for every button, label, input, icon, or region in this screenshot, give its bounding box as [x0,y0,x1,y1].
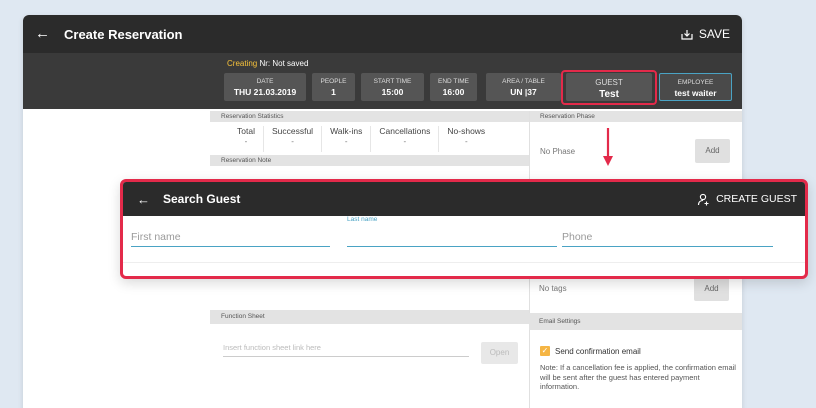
statistics-title: Reservation Statistics [210,111,529,122]
last-name-label: Last name [347,216,378,223]
arrow-down-icon [603,128,613,166]
add-tag-button[interactable]: Add [694,277,729,301]
stat-successful: Successful - [264,126,323,152]
checkbox-checked-icon[interactable]: ✓ [540,346,550,356]
stat-label: Cancellations [379,126,431,136]
open-function-sheet-button[interactable]: Open [481,342,518,364]
phone-placeholder: Phone [562,231,593,243]
search-guest-bar: ← Search Guest CREATE GUEST [123,182,805,216]
date-chip-label: DATE [256,78,274,85]
employee-chip-label: EMPLOYEE [677,79,714,86]
creating-status: Creating Nr: Not saved [227,59,308,68]
dialog-divider [123,262,805,263]
reservation-number: Nr: Not saved [259,59,309,68]
people-chip[interactable]: PEOPLE 1 [312,73,355,101]
phone-field[interactable]: Phone [562,227,773,247]
stat-no-shows: No-shows - [439,126,493,152]
reservation-note-title: Reservation Note [210,155,529,166]
stat-walk-ins: Walk-ins - [322,126,372,152]
stat-label: No-shows [447,126,486,136]
end-time-chip-label: END TIME [438,78,469,85]
stat-value: - [291,137,294,146]
stat-label: Total [237,126,255,136]
end-time-chip-value: 16:00 [442,87,465,97]
search-guest-dialog: ← Search Guest CREATE GUEST First name L… [120,179,808,279]
guest-highlight [561,70,657,105]
add-person-icon [698,193,709,205]
start-time-chip[interactable]: START TIME 15:00 [361,73,424,101]
stat-value: - [344,137,348,146]
statistics-section: Reservation Statistics Total - Successfu… [210,111,529,166]
create-guest-button[interactable]: CREATE GUEST [697,193,797,206]
top-bar: ← Create Reservation SAVE [23,15,742,53]
people-chip-value: 1 [331,87,336,97]
area-table-chip[interactable]: AREA / TABLE UN |37 [486,73,561,101]
stat-value: - [464,137,468,146]
phase-value: No Phase [540,147,576,156]
creating-label: Creating [227,59,258,68]
start-time-chip-value: 15:00 [381,87,404,97]
first-name-placeholder: First name [131,231,181,243]
area-table-chip-value: UN |37 [510,87,537,97]
people-chip-label: PEOPLE [320,78,347,85]
send-confirmation-label: Send confirmation email [555,346,641,356]
stat-label: Successful [271,126,314,136]
add-phase-button[interactable]: Add [695,139,730,163]
employee-chip[interactable]: EMPLOYEE test waiter [659,73,732,101]
email-settings-title: Email Settings [529,313,742,330]
stat-total: Total - [229,126,264,152]
stat-value: - [244,137,248,146]
first-name-field[interactable]: First name [131,227,330,247]
last-name-field[interactable]: Last name [347,216,557,247]
start-time-chip-label: START TIME [373,78,412,85]
arrow-left-icon[interactable]: ← [35,26,51,42]
arrow-left-icon[interactable]: ← [137,192,153,207]
date-chip[interactable]: DATE THU 21.03.2019 [224,73,306,101]
send-confirmation-email-checkbox[interactable]: ✓ Send confirmation email [540,346,641,356]
employee-chip-value: test waiter [674,88,717,98]
create-guest-label: CREATE GUEST [716,193,797,205]
date-chip-value: THU 21.03.2019 [233,87,297,97]
reservation-phase-title: Reservation Phase [530,111,742,122]
email-note: Note: If a cancellation fee is applied, … [540,363,736,391]
left-panel [23,53,210,109]
stat-label: Walk-ins [330,126,363,136]
stat-cancellations: Cancellations - [371,126,440,152]
stat-value: - [403,137,407,146]
tags-value: No tags [539,284,567,293]
end-time-chip[interactable]: END TIME 16:00 [430,73,477,101]
reservation-header: Creating Nr: Not saved DATE THU 21.03.20… [210,53,742,109]
phase-body: No Phase Add [530,122,742,176]
page-title: Create Reservation [64,26,183,42]
save-icon [681,29,693,40]
area-table-chip-label: AREA / TABLE [502,78,545,85]
function-sheet-title: Function Sheet [210,310,529,324]
save-label: SAVE [698,27,730,41]
search-guest-title: Search Guest [163,192,241,206]
save-button[interactable]: SAVE [681,27,730,41]
function-sheet-section: Function Sheet [210,310,529,324]
statistics-row: Total - Successful - Walk-ins - Cancella… [210,122,529,155]
function-sheet-link-input[interactable]: Insert function sheet link here [223,343,469,357]
